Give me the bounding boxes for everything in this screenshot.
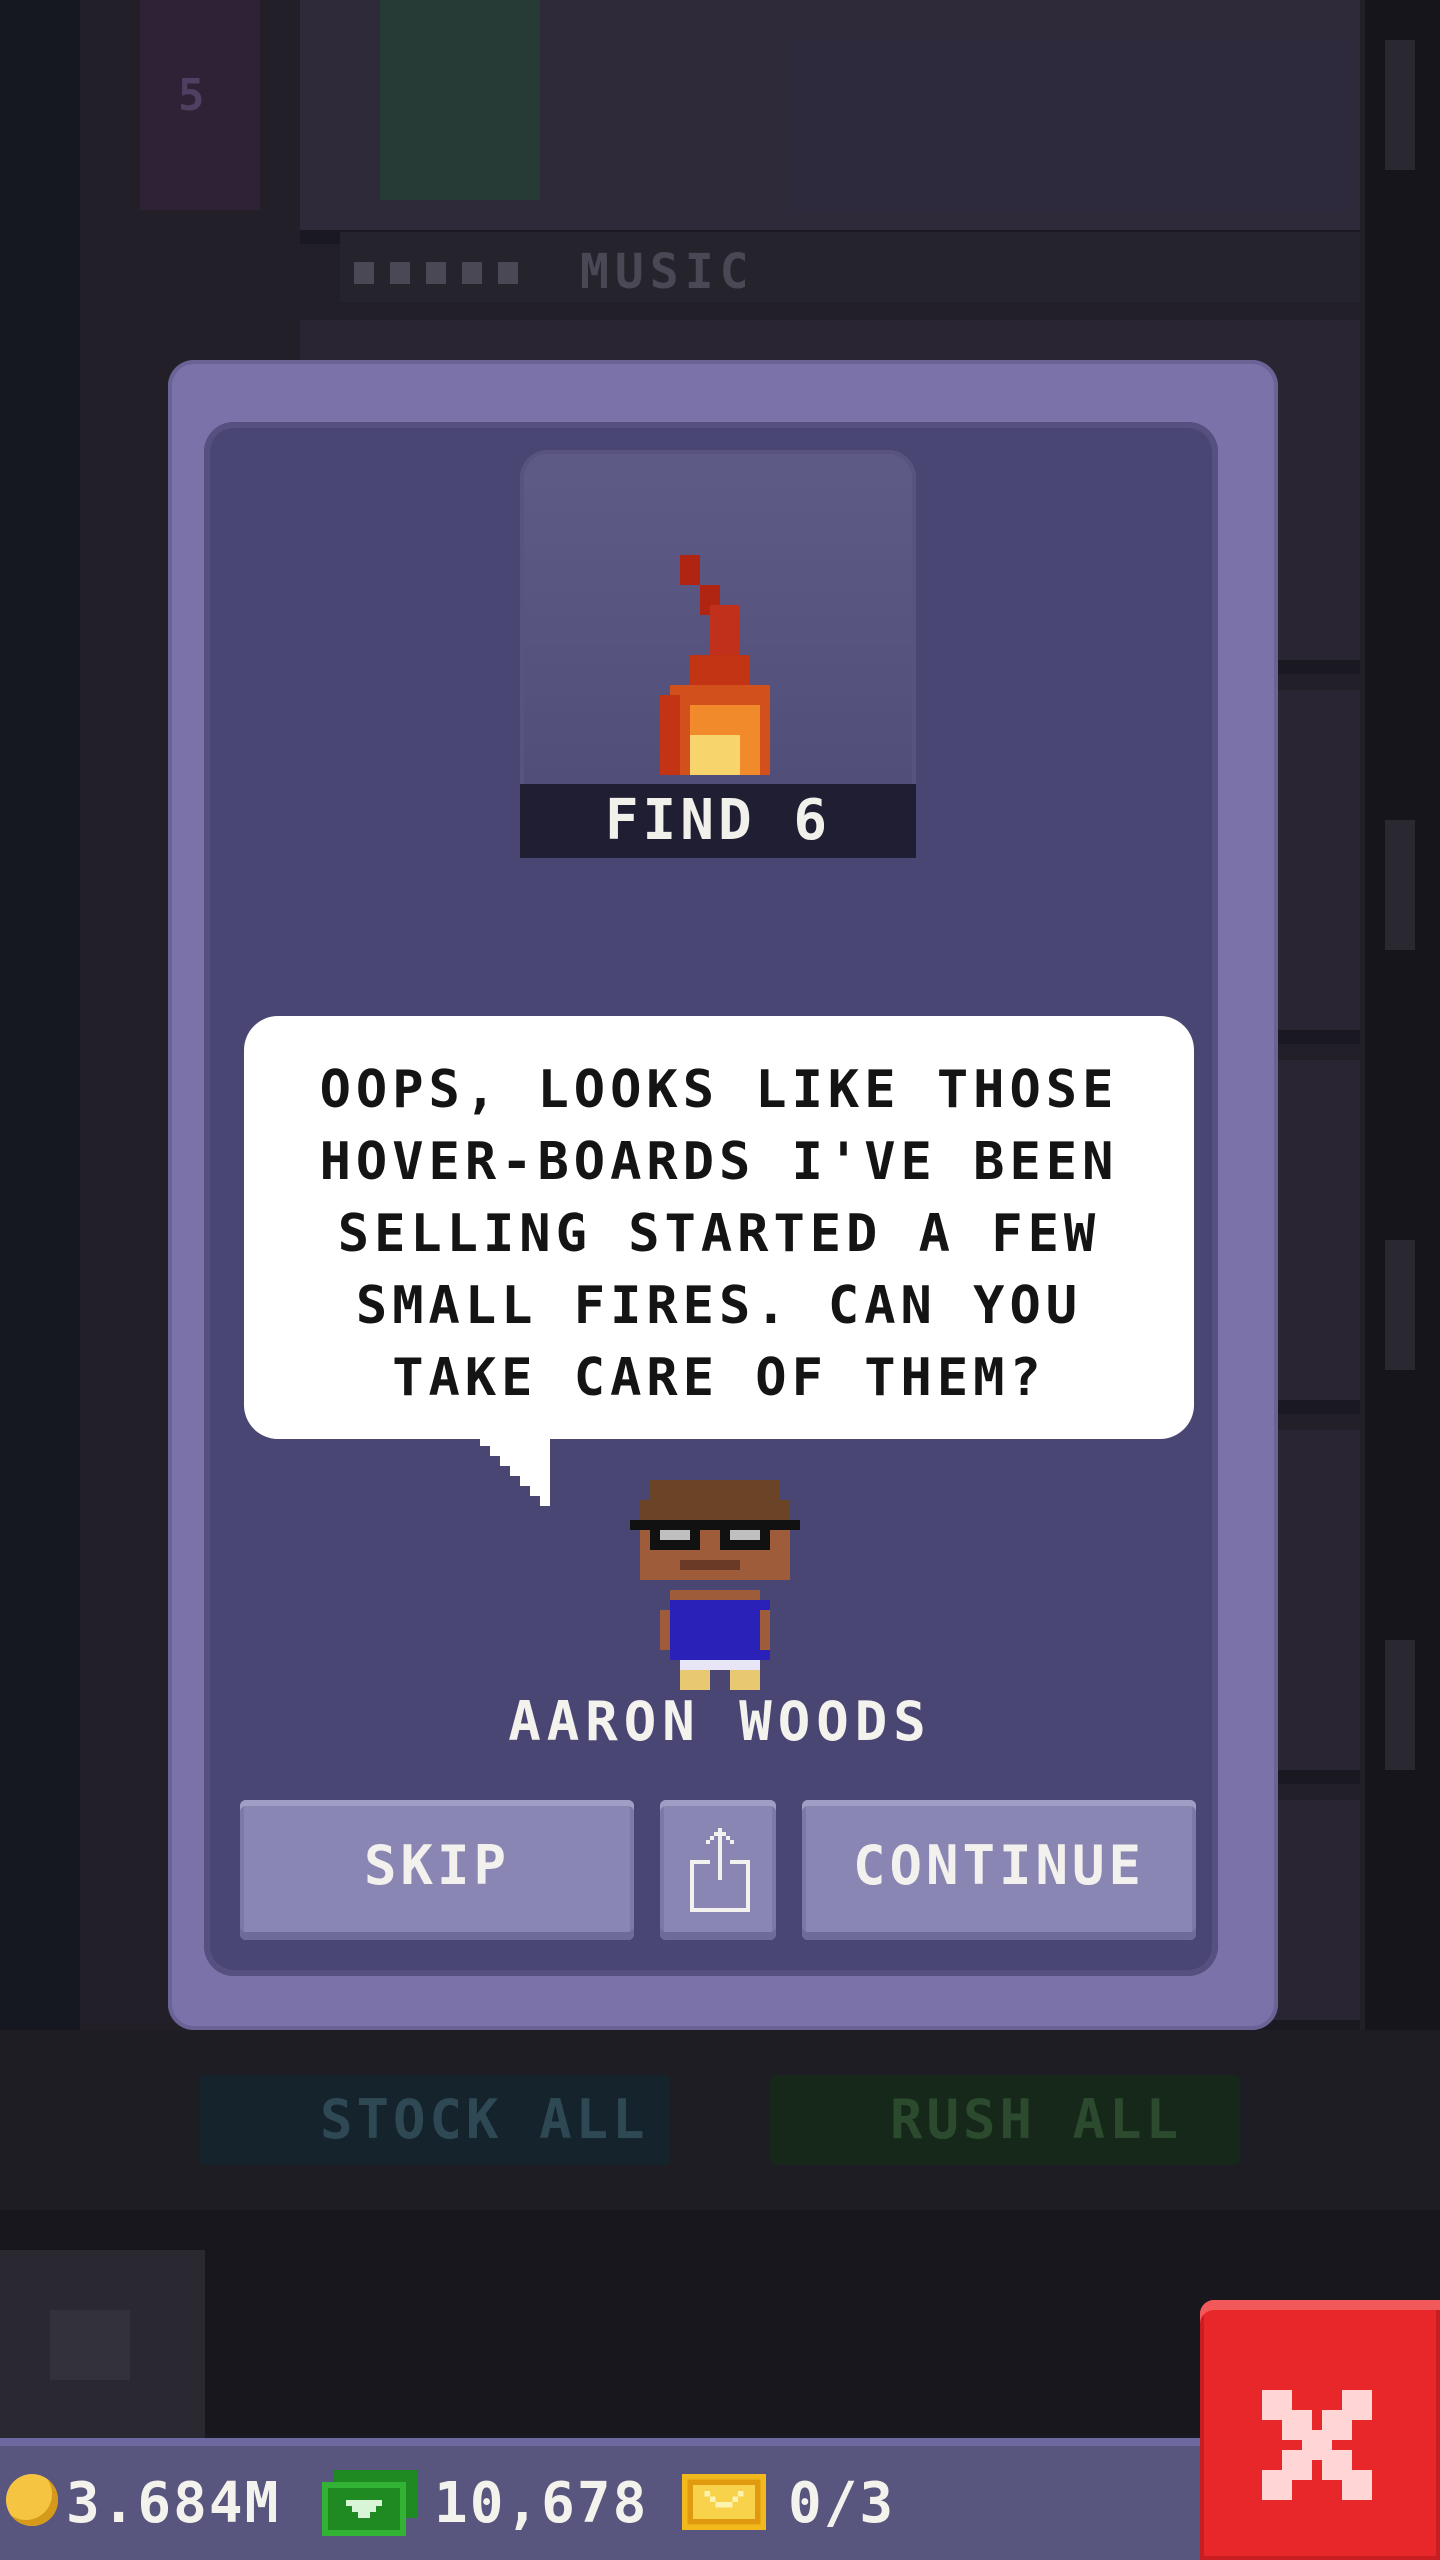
floor-label: MUSIC xyxy=(580,244,755,300)
ticket-count: 0/3 xyxy=(788,2471,896,2536)
rush-all-button[interactable]: RUSH ALL xyxy=(770,2075,1240,2165)
elevator-car xyxy=(1385,1240,1415,1370)
flame-icon xyxy=(660,555,770,775)
skip-button[interactable]: SKIP xyxy=(240,1800,634,1940)
bux-icon xyxy=(322,2470,418,2536)
elevator-car xyxy=(1385,820,1415,950)
lobby-button[interactable] xyxy=(0,2250,205,2440)
close-icon xyxy=(1262,2390,1372,2500)
character-name: AARON WOODS xyxy=(508,1690,932,1753)
bux-count: 10,678 xyxy=(434,2471,649,2536)
task-label: FIND 6 xyxy=(520,784,916,858)
speech-bubble: OOPS, LOOKS LIKE THOSE HOVER-BOARDS I'VE… xyxy=(244,1016,1194,1439)
mission-task-card: FIND 6 xyxy=(520,450,916,858)
residents xyxy=(790,40,1350,210)
elevator-car xyxy=(1385,1640,1415,1770)
floor-number-box: 5 xyxy=(140,0,260,210)
floor-label-bar: MUSIC xyxy=(340,232,1360,302)
close-button[interactable] xyxy=(1200,2300,1440,2560)
elevator-car xyxy=(1385,40,1415,170)
door xyxy=(380,0,540,200)
speech-bubble-tail xyxy=(480,1436,550,1506)
share-button[interactable] xyxy=(660,1800,776,1940)
golden-ticket-icon xyxy=(682,2474,766,2530)
elevator-shaft-left xyxy=(0,0,80,2030)
continue-button[interactable]: CONTINUE xyxy=(802,1800,1196,1940)
character-avatar xyxy=(630,1480,800,1690)
floor-number: 5 xyxy=(178,70,205,121)
share-icon xyxy=(690,1828,750,1912)
mission-message: OOPS, LOOKS LIKE THOSE HOVER-BOARDS I'VE… xyxy=(319,1060,1119,1408)
coin-icon xyxy=(6,2474,58,2526)
coin-count: 3.684M xyxy=(66,2471,281,2536)
stock-all-button[interactable]: STOCK ALL xyxy=(200,2075,670,2165)
